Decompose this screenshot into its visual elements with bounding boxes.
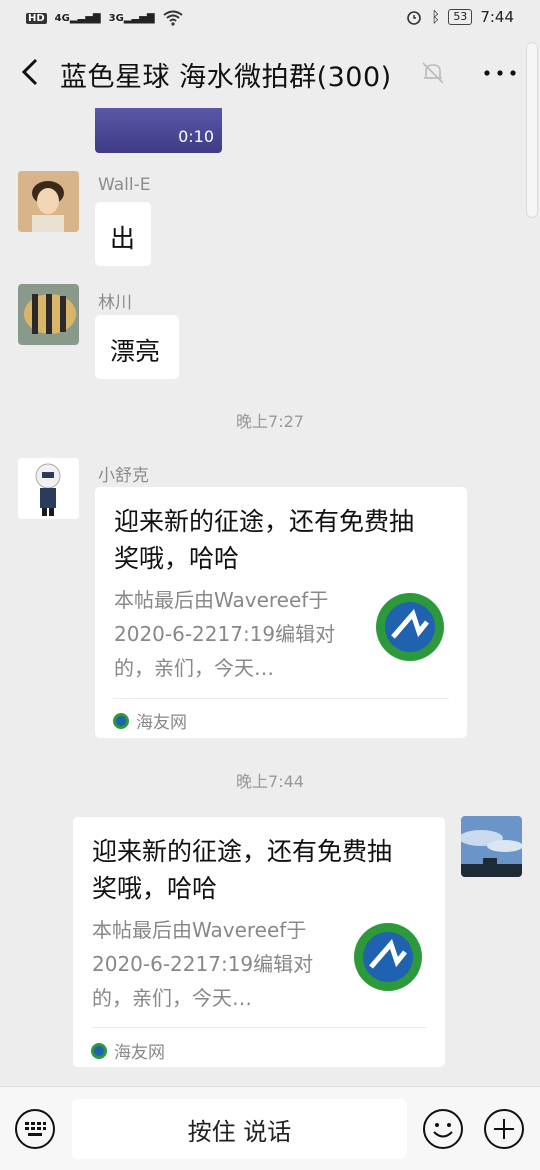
signal-3g-icon: 3G▂▃▅▇	[108, 12, 155, 24]
card-source-name: 海友网	[136, 713, 187, 733]
sender-name: Wall-E	[98, 175, 151, 195]
alarm-icon	[407, 11, 422, 25]
plus-icon[interactable]	[483, 1108, 525, 1150]
sender-name: 林川	[98, 293, 132, 313]
avatar-fish-icon	[18, 284, 79, 345]
wifi-icon	[162, 10, 183, 26]
source-logo-icon	[91, 1042, 107, 1059]
message-text: 漂亮	[110, 337, 161, 366]
link-card[interactable]: 迎来新的征途，还有免费抽奖哦，哈哈 本帖最后由Wavereef于2020-6-2…	[73, 817, 445, 1067]
bluetooth-icon: ᛒ	[431, 8, 441, 26]
message-text: 出	[110, 224, 136, 253]
timestamp: 晚上7:27	[236, 412, 304, 431]
status-bar: HD 4G▂▃▅▇ 3G▂▃▅▇ ᛒ 53 7:44	[0, 0, 540, 38]
avatar-wall-e-icon	[18, 171, 79, 232]
input-bar: 按住 说话	[0, 1086, 540, 1170]
keyboard-icon[interactable]	[14, 1108, 56, 1150]
emoji-icon[interactable]	[422, 1108, 464, 1150]
back-arrow-icon[interactable]	[14, 50, 48, 94]
network-indicators: HD 4G▂▃▅▇ 3G▂▃▅▇	[26, 10, 183, 26]
haiyou-logo-icon	[354, 923, 422, 991]
avatar-pilot-icon	[18, 458, 79, 519]
mute-bell-icon	[422, 62, 444, 84]
clock: 7:44	[480, 8, 514, 26]
chat-header: 蓝色星球 海水微拍群(300)	[0, 38, 540, 110]
source-logo-icon	[113, 712, 129, 729]
avatar-sky-icon	[461, 816, 522, 877]
avatar[interactable]	[18, 458, 79, 519]
card-divider	[113, 698, 449, 699]
battery-indicator: 53	[448, 9, 473, 25]
card-description: 本帖最后由Wavereef于2020-6-2217:19编辑对的，亲们，今天…	[92, 918, 314, 1010]
message-bubble[interactable]: 出	[95, 202, 151, 266]
video-message[interactable]: 0:10	[95, 108, 222, 153]
link-card[interactable]: 迎来新的征途，还有免费抽奖哦，哈哈 本帖最后由Wavereef于2020-6-2…	[95, 487, 467, 738]
card-description: 本帖最后由Wavereef于2020-6-2217:19编辑对的，亲们，今天…	[114, 588, 336, 680]
haiyou-logo-icon	[376, 593, 444, 661]
timestamp: 晚上7:44	[236, 772, 304, 791]
card-title: 迎来新的征途，还有免费抽奖哦，哈哈	[114, 507, 415, 573]
hd-icon: HD	[26, 12, 47, 24]
my-avatar[interactable]	[461, 816, 522, 877]
scroll-thumb[interactable]	[526, 42, 538, 218]
hold-to-talk-button[interactable]: 按住 说话	[72, 1099, 407, 1159]
chat-title: 蓝色星球 海水微拍群(300)	[60, 62, 392, 93]
sender-name: 小舒克	[98, 466, 149, 486]
video-duration: 0:10	[178, 127, 214, 146]
signal-4g-icon: 4G▂▃▅▇	[54, 12, 101, 24]
avatar[interactable]	[18, 284, 79, 345]
card-title: 迎来新的征途，还有免费抽奖哦，哈哈	[92, 837, 393, 903]
card-divider	[91, 1027, 427, 1028]
message-bubble[interactable]: 漂亮	[95, 315, 179, 379]
system-indicators: ᛒ 53 7:44	[405, 8, 514, 26]
card-source-name: 海友网	[114, 1043, 165, 1063]
avatar[interactable]	[18, 171, 79, 232]
more-options-icon[interactable]	[480, 60, 520, 86]
card-source: 海友网	[90, 1038, 165, 1063]
card-source: 海友网	[112, 708, 187, 733]
